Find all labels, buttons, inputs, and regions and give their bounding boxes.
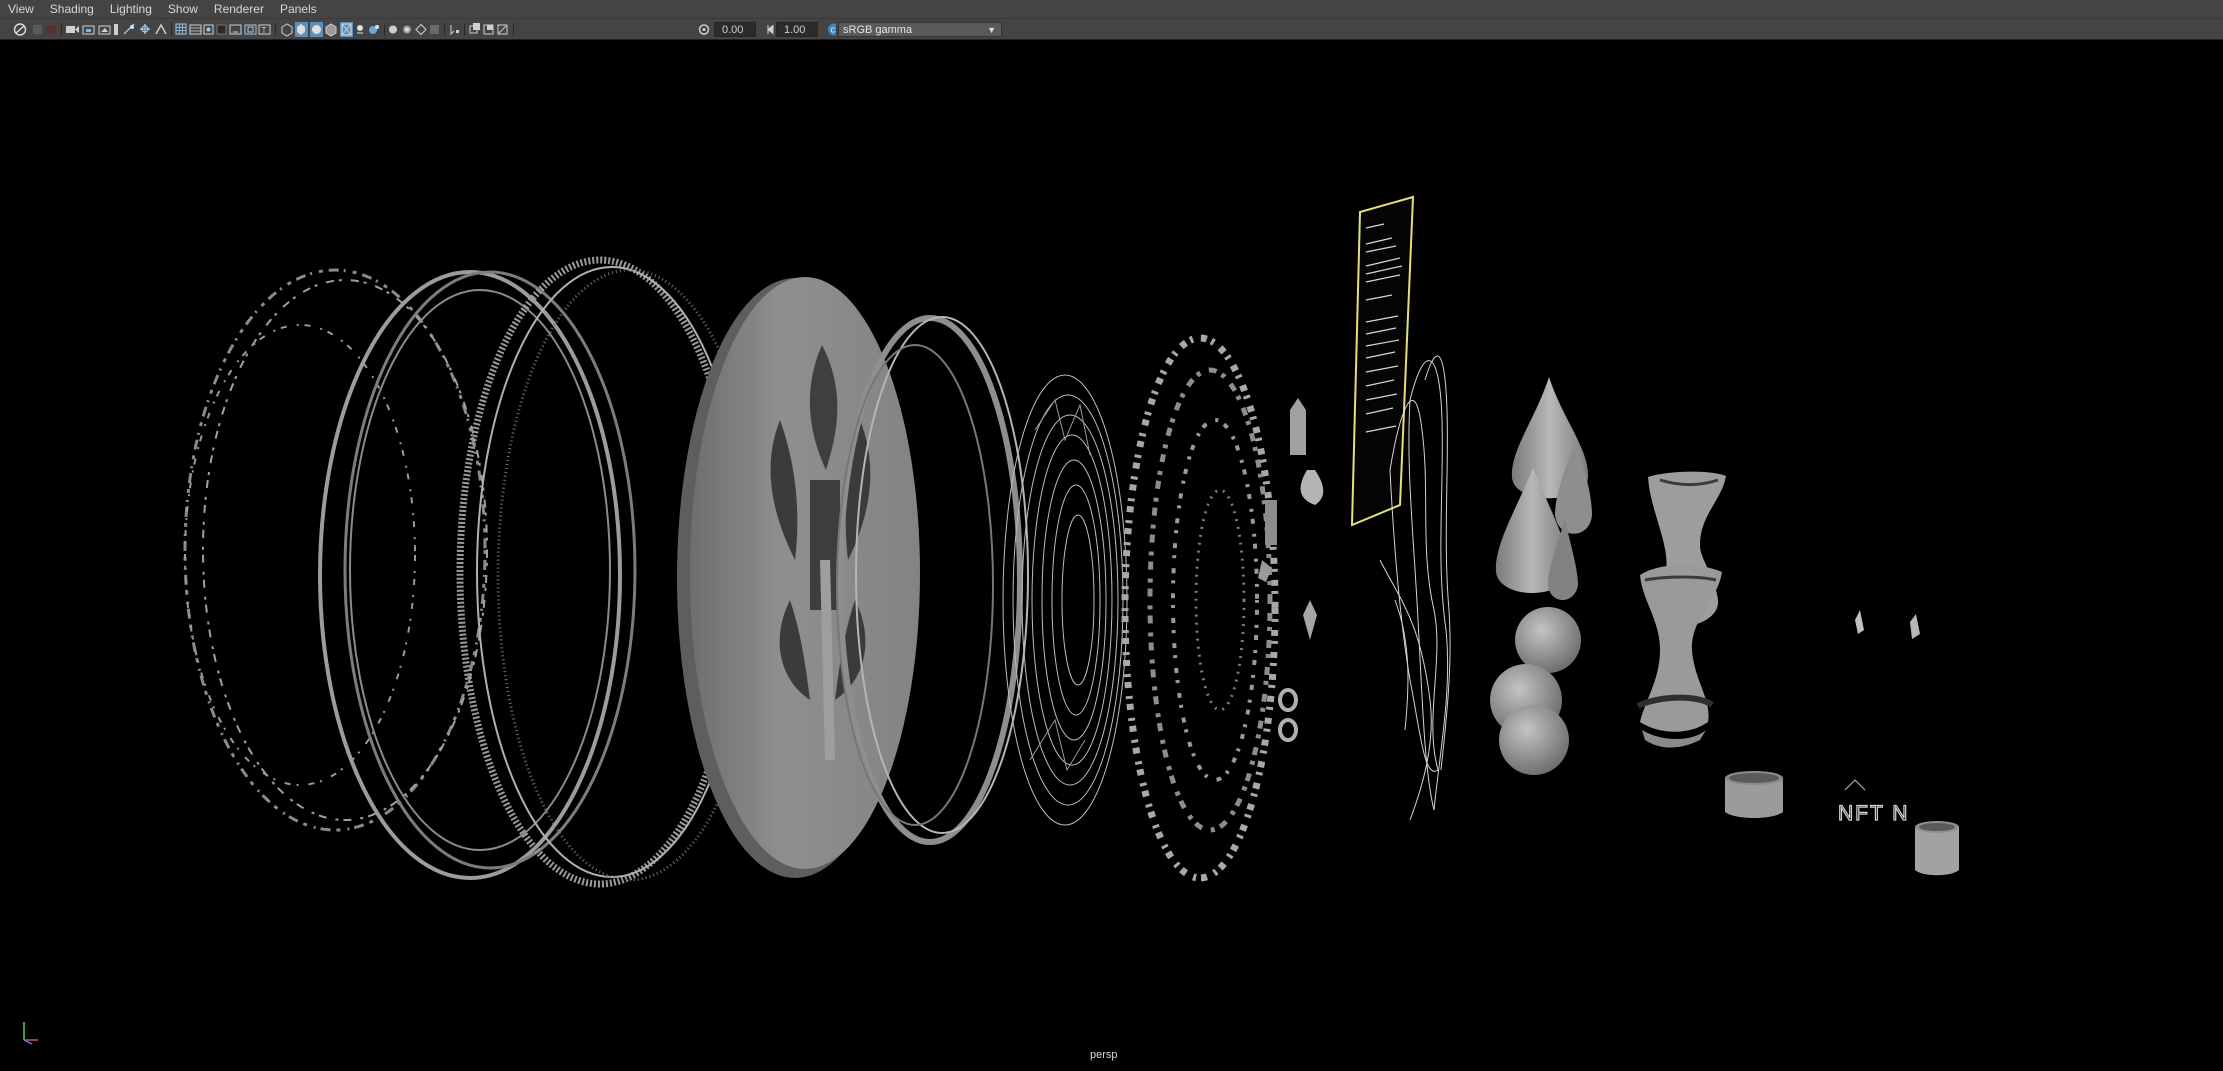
gate-mask-icon[interactable] (123, 23, 135, 35)
fullscreen-icon[interactable] (497, 24, 508, 35)
menu-panels[interactable]: Panels (272, 0, 325, 19)
safe-title-icon[interactable] (189, 24, 202, 35)
tiny-symbol-left-mesh[interactable] (1855, 610, 1864, 634)
shadows-icon[interactable] (357, 25, 363, 34)
bookmark-icon[interactable] (66, 26, 79, 33)
chevron-down-icon: ▼ (987, 25, 996, 35)
wireframe-icon[interactable] (281, 23, 293, 37)
viewport-menubar: View Shading Lighting Show Renderer Pane… (0, 0, 2223, 19)
gamma-icon[interactable] (450, 25, 459, 36)
menu-renderer[interactable]: Renderer (206, 0, 272, 19)
camera-name-label: persp (1090, 1049, 1118, 1061)
gamma-field[interactable]: 1.00 (776, 22, 818, 37)
menu-view[interactable]: View (0, 0, 42, 19)
gamma-dial-icon[interactable] (767, 24, 774, 35)
smooth-shade-icon[interactable] (295, 22, 308, 37)
drop-cones-mesh[interactable] (1495, 377, 1592, 600)
film-gate-icon[interactable] (98, 25, 111, 35)
xray-icon[interactable] (244, 24, 257, 35)
exposure-dial-icon[interactable] (698, 24, 710, 35)
color-space-dropdown[interactable]: sRGB gamma ▼ (838, 22, 1002, 37)
safe-action-icon[interactable] (155, 23, 167, 35)
screen-space-ao-icon[interactable] (369, 25, 379, 34)
lock-camera-icon[interactable] (33, 25, 42, 34)
cylinder-small-1-mesh[interactable] (1725, 771, 1783, 818)
camera-attributes-icon[interactable] (47, 25, 56, 34)
xray-joints-icon[interactable]: T (258, 24, 271, 35)
motion-blur-icon[interactable] (389, 25, 397, 34)
svg-text:T: T (262, 26, 267, 35)
menu-show[interactable]: Show (160, 0, 206, 19)
color-space-label: sRGB gamma (843, 24, 913, 36)
textured-icon[interactable] (325, 23, 337, 37)
menu-lighting[interactable]: Lighting (102, 0, 160, 19)
menu-shading[interactable]: Shading (42, 0, 102, 19)
exposure-icon[interactable] (430, 25, 439, 34)
engraving-wireframe-mesh[interactable] (1002, 374, 1128, 826)
view-axis-gizmo-icon (23, 1022, 38, 1045)
gear-ring-mesh[interactable] (1121, 334, 1279, 882)
svg-text:C: C (831, 28, 836, 35)
nft-text-label: NFT N (1838, 802, 1909, 825)
scene-canvas: NFT N (183, 195, 1959, 888)
grid-icon[interactable] (175, 23, 187, 35)
tiny-symbol-right-mesh[interactable] (1910, 614, 1920, 639)
isolate-select-icon[interactable] (203, 24, 214, 35)
anti-alias-icon[interactable] (403, 25, 411, 34)
exposure-field[interactable]: 0.00 (714, 22, 756, 37)
backface-icon[interactable] (216, 24, 227, 35)
image-plane-icon[interactable] (82, 25, 95, 35)
layout-icon[interactable] (483, 24, 494, 35)
field-chart-icon[interactable] (140, 24, 150, 34)
spheres-mesh[interactable] (1490, 607, 1581, 775)
3d-viewport[interactable]: NFT N (0, 40, 2223, 1071)
viewport-toolbar: T C 0.00 1.00 sRGB gamma ▼ (0, 19, 2223, 40)
hourglass-column-mesh[interactable] (1636, 471, 1726, 748)
lights-icon[interactable] (340, 22, 353, 37)
nft-text-mesh[interactable]: NFT N (1837, 779, 1909, 826)
resolution-gate-icon[interactable] (114, 24, 118, 35)
color-management-icon[interactable]: C (828, 23, 836, 36)
select-camera-icon[interactable] (13, 23, 27, 36)
toolbar-icon-strip: T C (13, 22, 836, 37)
coin-base-disc-mesh[interactable] (677, 277, 920, 878)
depth-of-field-icon[interactable] (415, 23, 427, 36)
small-parts-mesh[interactable] (1258, 398, 1324, 742)
text-ring-mesh[interactable] (183, 268, 488, 832)
two-pane-icon[interactable] (469, 23, 480, 34)
default-material-icon[interactable] (310, 22, 323, 37)
certificate-card-mesh[interactable] (1350, 195, 1415, 527)
cylinder-small-2-mesh[interactable] (1915, 821, 1959, 876)
view-transform-icon[interactable] (229, 24, 242, 35)
